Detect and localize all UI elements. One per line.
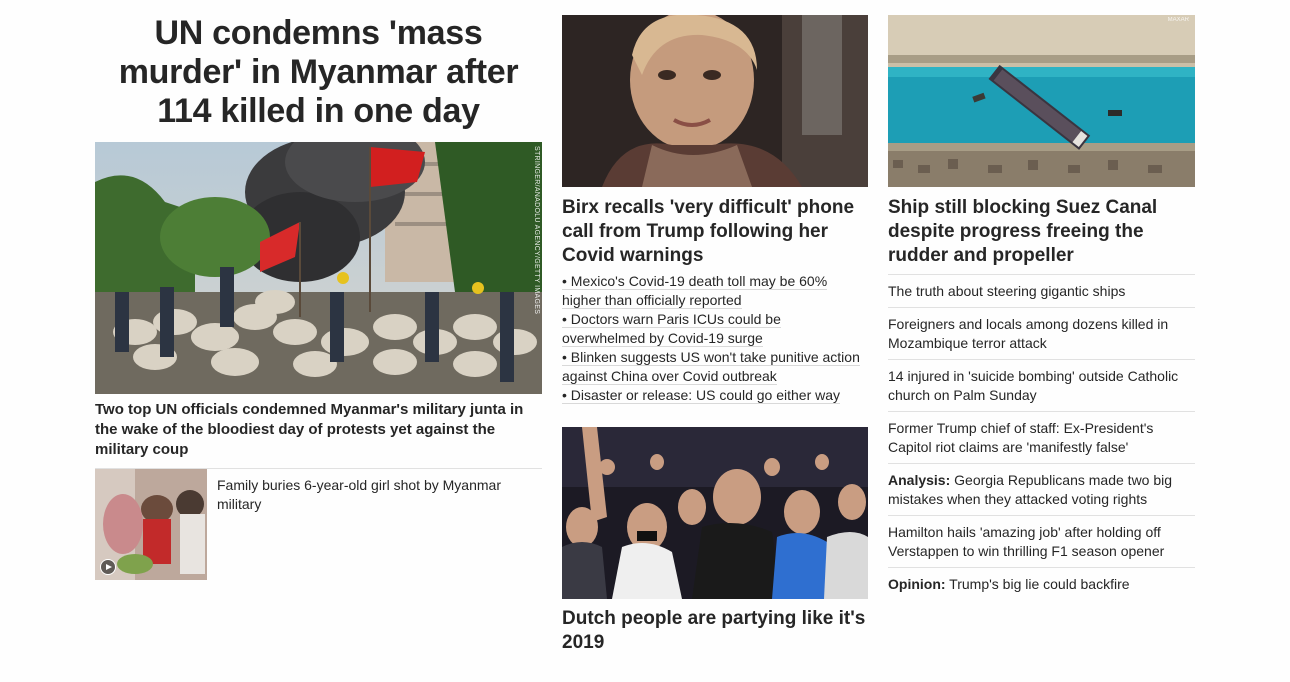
headline-link[interactable]: The truth about steering gigantic ships (888, 283, 1125, 299)
related-link[interactable]: • Doctors warn Paris ICUs could be overw… (562, 311, 781, 347)
headline-link[interactable]: Analysis: Georgia Republicans made two b… (888, 472, 1172, 507)
headline-text: Former Trump chief of staff: Ex-Presiden… (888, 420, 1154, 455)
list-item[interactable]: 14 injured in 'suicide bombing' outside … (888, 359, 1195, 411)
lead-headline-link[interactable]: UN condemns 'mass murder' in Myanmar aft… (119, 14, 519, 130)
hero-caption[interactable]: Two top UN officials condemned Myanmar's… (95, 400, 535, 460)
birx-portrait-image[interactable] (562, 15, 868, 187)
related-link[interactable]: • Disaster or release: US could go eithe… (562, 387, 841, 404)
list-item[interactable]: Analysis: Georgia Republicans made two b… (888, 463, 1195, 515)
dutch-headline[interactable]: Dutch people are partying like it's 2019 (562, 607, 868, 655)
suez-headline[interactable]: Ship still blocking Suez Canal despite p… (888, 196, 1188, 268)
headline-link[interactable]: Former Trump chief of staff: Ex-Presiden… (888, 420, 1153, 455)
dutch-party-image[interactable] (562, 427, 868, 599)
headline-text: The truth about steering gigantic ships (888, 283, 1126, 299)
related-link[interactable]: • Blinken suggests US won't take punitiv… (562, 349, 860, 385)
list-item[interactable]: • Mexico's Covid-19 death toll may be 60… (562, 272, 868, 310)
related-link[interactable]: • Mexico's Covid-19 death toll may be 60… (562, 273, 828, 309)
thumb-story-link[interactable]: Family buries 6-year-old girl shot by My… (217, 477, 501, 512)
related-links-list: • Mexico's Covid-19 death toll may be 60… (562, 272, 868, 405)
lead-headline[interactable]: UN condemns 'mass murder' in Myanmar aft… (95, 14, 542, 131)
list-item[interactable]: The truth about steering gigantic ships (888, 274, 1195, 307)
headline-link[interactable]: Hamilton hails 'amazing job' after holdi… (888, 524, 1164, 559)
headline-list: The truth about steering gigantic ships … (888, 274, 1195, 600)
lead-story-column: UN condemns 'mass murder' in Myanmar aft… (95, 14, 542, 580)
list-item[interactable]: Former Trump chief of staff: Ex-Presiden… (888, 411, 1195, 463)
list-item[interactable]: Hamilton hails 'amazing job' after holdi… (888, 515, 1195, 567)
suez-headline-link[interactable]: Ship still blocking Suez Canal despite p… (888, 197, 1157, 266)
headline-prefix: Analysis: (888, 472, 951, 488)
play-icon (100, 559, 116, 575)
headline-prefix: Opinion: (888, 576, 946, 592)
headline-text: Hamilton hails 'amazing job' after holdi… (888, 524, 1165, 559)
list-item[interactable]: • Doctors warn Paris ICUs could be overw… (562, 310, 868, 348)
list-item[interactable]: • Blinken suggests US won't take punitiv… (562, 348, 868, 386)
list-item[interactable]: • Disaster or release: US could go eithe… (562, 386, 868, 405)
myanmar-protest-image[interactable]: STRINGER/ANADOLU AGENCY/GETTY IMAGES (95, 142, 542, 394)
list-item[interactable]: Opinion: Trump's big lie could backfire (888, 567, 1195, 600)
list-item[interactable]: Foreigners and locals among dozens kille… (888, 307, 1195, 359)
headline-link[interactable]: Foreigners and locals among dozens kille… (888, 316, 1168, 351)
headline-link[interactable]: 14 injured in 'suicide bombing' outside … (888, 368, 1178, 403)
headline-link[interactable]: Opinion: Trump's big lie could backfire (888, 576, 1130, 592)
headline-text: Foreigners and locals among dozens kille… (888, 316, 1169, 351)
dutch-headline-link[interactable]: Dutch people are partying like it's 2019 (562, 608, 865, 653)
headline-text: Trump's big lie could backfire (945, 576, 1130, 592)
family-burial-video-thumbnail[interactable] (95, 469, 207, 580)
suez-canal-satellite-image[interactable]: MAXAR (888, 15, 1195, 187)
photo-credit: STRINGER/ANADOLU AGENCY/GETTY IMAGES (533, 146, 540, 315)
image-watermark: MAXAR (1167, 17, 1189, 23)
birx-headline-link[interactable]: Birx recalls 'very difficult' phone call… (562, 197, 854, 266)
hero-caption-link[interactable]: Two top UN officials condemned Myanmar's… (95, 401, 523, 458)
headline-text: 14 injured in 'suicide bombing' outside … (888, 368, 1179, 403)
birx-headline[interactable]: Birx recalls 'very difficult' phone call… (562, 196, 862, 268)
thumb-story[interactable]: Family buries 6-year-old girl shot by My… (217, 476, 537, 514)
